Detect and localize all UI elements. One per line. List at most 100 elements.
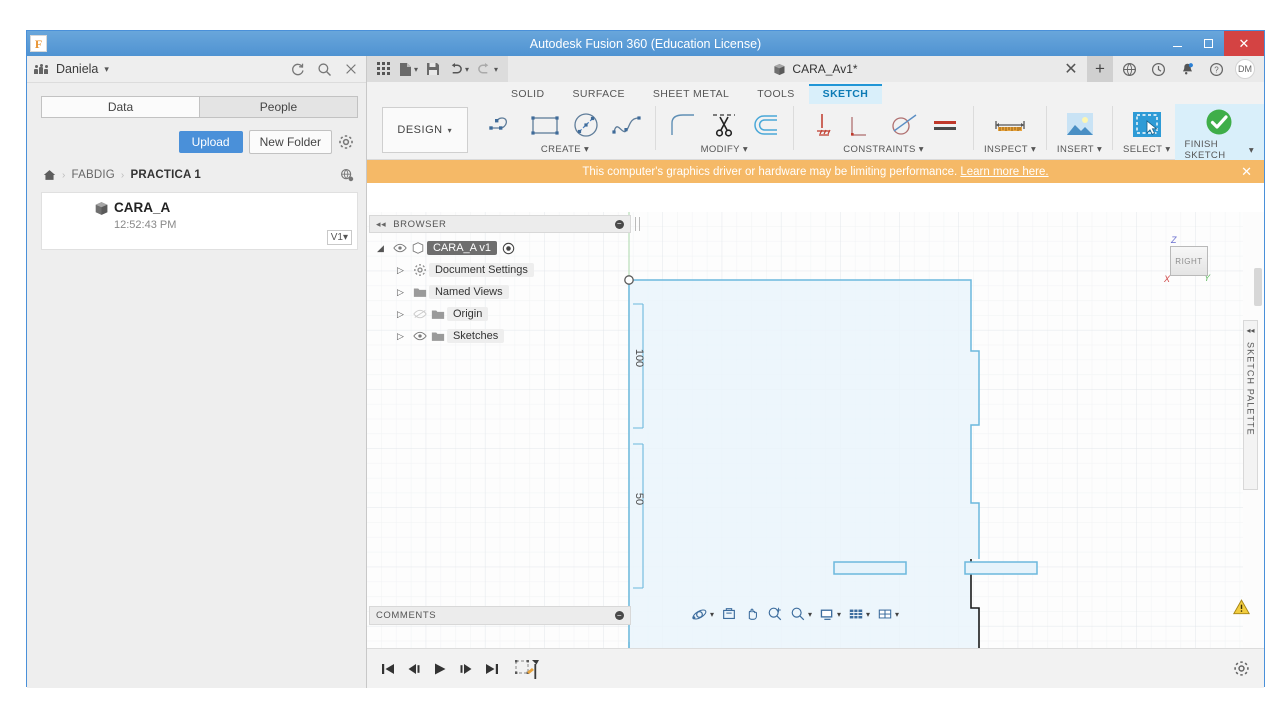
chevron-down-icon[interactable]: ▾ <box>895 610 899 619</box>
step-back-icon[interactable] <box>405 660 423 678</box>
tree-node-component[interactable]: ◢ CARA_A v1 <box>369 237 631 259</box>
notification-bell-icon[interactable] <box>1174 56 1200 82</box>
activate-component-icon[interactable] <box>502 242 515 255</box>
collapse-browser-icon[interactable]: ◂◂ <box>376 219 386 230</box>
chevron-down-icon[interactable]: ▾ <box>465 65 469 74</box>
finish-sketch-check-icon[interactable] <box>1199 105 1239 139</box>
pan-icon[interactable] <box>741 603 763 625</box>
sketch-palette-panel[interactable]: ◂◂ SKETCH PALETTE <box>1243 320 1258 490</box>
spline-icon[interactable] <box>609 108 645 142</box>
version-badge[interactable]: V1▾ <box>326 230 352 245</box>
view-cube[interactable]: Z X Y RIGHT <box>1162 235 1214 284</box>
jump-to-end-icon[interactable] <box>483 660 501 678</box>
status-warning-icon[interactable] <box>1233 599 1250 615</box>
rectangle-icon[interactable] <box>527 108 563 142</box>
chevron-down-icon[interactable]: ▾ <box>104 64 109 75</box>
tab-tools[interactable]: TOOLS <box>743 84 808 104</box>
comments-options-icon[interactable]: − <box>614 611 624 620</box>
sketch-canvas[interactable]: 100 50 ◂◂ BROWSER − ◢ CARA_A v1 ▷ Docume… <box>366 212 1264 688</box>
ribbon-group-label-create[interactable]: CREATE ▾ <box>541 144 589 155</box>
circle-tangent-icon[interactable] <box>886 108 922 142</box>
undo-icon[interactable]: ▾ <box>445 56 472 82</box>
display-settings-icon[interactable] <box>816 603 838 625</box>
comments-panel[interactable]: COMMENTS − <box>368 606 631 625</box>
home-icon[interactable] <box>43 169 56 181</box>
dimension-50[interactable]: 50 <box>633 493 645 505</box>
close-panel-icon[interactable] <box>344 62 358 76</box>
orbit-icon[interactable] <box>689 603 711 625</box>
select-icon[interactable] <box>1127 108 1167 142</box>
save-icon[interactable] <box>423 56 443 82</box>
ribbon-group-label-constraints[interactable]: CONSTRAINTS ▾ <box>843 144 924 155</box>
avatar[interactable]: DM <box>1232 56 1258 82</box>
tree-node-sketches[interactable]: ▷ Sketches <box>369 325 631 347</box>
file-icon[interactable]: ▾ <box>396 56 421 82</box>
dismiss-warning-button[interactable]: ✕ <box>1241 164 1252 180</box>
minimize-button[interactable] <box>1162 31 1193 56</box>
visibility-eye-icon[interactable] <box>391 243 409 253</box>
learn-more-link[interactable]: Learn more here. <box>960 166 1048 178</box>
browser-options-icon[interactable]: − <box>614 219 624 229</box>
tree-node-named-views[interactable]: ▷ Named Views <box>369 281 631 303</box>
breadcrumb-item-practica-1[interactable]: PRACTICA 1 <box>130 169 201 181</box>
chevron-down-icon[interactable]: ▾ <box>494 65 498 74</box>
job-status-icon[interactable] <box>1145 56 1171 82</box>
document-tab[interactable]: CARA_Av1* <box>773 62 858 76</box>
timeline-settings-gear-icon[interactable] <box>1233 660 1250 677</box>
zoom-window-icon[interactable] <box>764 603 786 625</box>
dimension-100[interactable]: 100 <box>633 349 645 367</box>
breadcrumb-item-fabdig[interactable]: FABDIG <box>72 169 115 181</box>
ribbon-group-label-finish-sketch[interactable]: FINISH SKETCH ▾ <box>1185 139 1255 161</box>
jump-to-beginning-icon[interactable] <box>379 660 397 678</box>
maximize-restore-button[interactable] <box>1193 31 1224 56</box>
ribbon-group-label-inspect[interactable]: INSPECT ▾ <box>984 144 1036 155</box>
close-document-icon[interactable]: ✕ <box>1058 56 1084 82</box>
play-icon[interactable] <box>431 660 449 678</box>
viewports-icon[interactable] <box>874 603 896 625</box>
chevron-down-icon[interactable]: ▾ <box>837 610 841 619</box>
refresh-icon[interactable] <box>290 62 305 77</box>
visibility-eye-icon[interactable] <box>411 331 429 341</box>
tangent-constraint-icon[interactable] <box>845 108 881 142</box>
user-name[interactable]: Daniela <box>56 62 98 76</box>
app-grid-icon[interactable] <box>374 56 394 82</box>
line-icon[interactable] <box>486 108 522 142</box>
tree-node-origin[interactable]: ▷ Origin <box>369 303 631 325</box>
canvas-scrollbar[interactable] <box>1254 268 1262 306</box>
search-icon[interactable] <box>317 62 332 77</box>
workspace-switcher-button[interactable]: DESIGN ▾ <box>381 107 468 153</box>
ribbon-group-finish-sketch[interactable]: FINISH SKETCH ▾ <box>1174 104 1265 161</box>
timeline-feature-sketch[interactable] <box>514 658 539 680</box>
expand-arrow-icon[interactable]: ◢ <box>377 243 391 254</box>
new-folder-button[interactable]: New Folder <box>248 130 332 154</box>
look-at-icon[interactable] <box>718 603 740 625</box>
chevron-down-icon[interactable]: ▾ <box>710 610 714 619</box>
ribbon-group-label-modify[interactable]: MODIFY ▾ <box>701 144 749 155</box>
fillet-icon[interactable] <box>665 108 701 142</box>
visibility-eye-off-icon[interactable] <box>411 309 429 319</box>
step-forward-icon[interactable] <box>457 660 475 678</box>
circle-icon[interactable] <box>568 108 604 142</box>
equal-constraint-icon[interactable] <box>927 108 963 142</box>
file-card[interactable]: CARA_A 12:52:43 PM V1▾ <box>41 192 358 250</box>
browser-header[interactable]: ◂◂ BROWSER − <box>368 215 640 233</box>
expand-arrow-icon[interactable]: ▷ <box>397 265 411 276</box>
tab-data[interactable]: Data <box>41 96 200 118</box>
collapse-sketch-palette-icon[interactable]: ◂◂ <box>1246 326 1254 335</box>
expand-arrow-icon[interactable]: ▷ <box>397 309 411 320</box>
tab-surface[interactable]: SURFACE <box>558 84 638 104</box>
tab-sheet-metal[interactable]: SHEET METAL <box>639 84 743 104</box>
zoom-icon[interactable] <box>787 603 809 625</box>
redo-icon[interactable]: ▾ <box>474 56 501 82</box>
expand-arrow-icon[interactable]: ▷ <box>397 331 411 342</box>
measure-icon[interactable] <box>990 108 1030 142</box>
chevron-down-icon[interactable]: ▾ <box>808 610 812 619</box>
globe-icon[interactable] <box>1116 56 1142 82</box>
trim-icon[interactable] <box>706 108 742 142</box>
tab-sketch[interactable]: SKETCH <box>808 84 883 104</box>
help-icon[interactable]: ? <box>1203 56 1229 82</box>
ribbon-group-label-insert[interactable]: INSERT ▾ <box>1057 144 1102 155</box>
insert-image-icon[interactable] <box>1060 108 1100 142</box>
tab-people[interactable]: People <box>199 96 358 118</box>
expand-arrow-icon[interactable]: ▷ <box>397 287 411 298</box>
